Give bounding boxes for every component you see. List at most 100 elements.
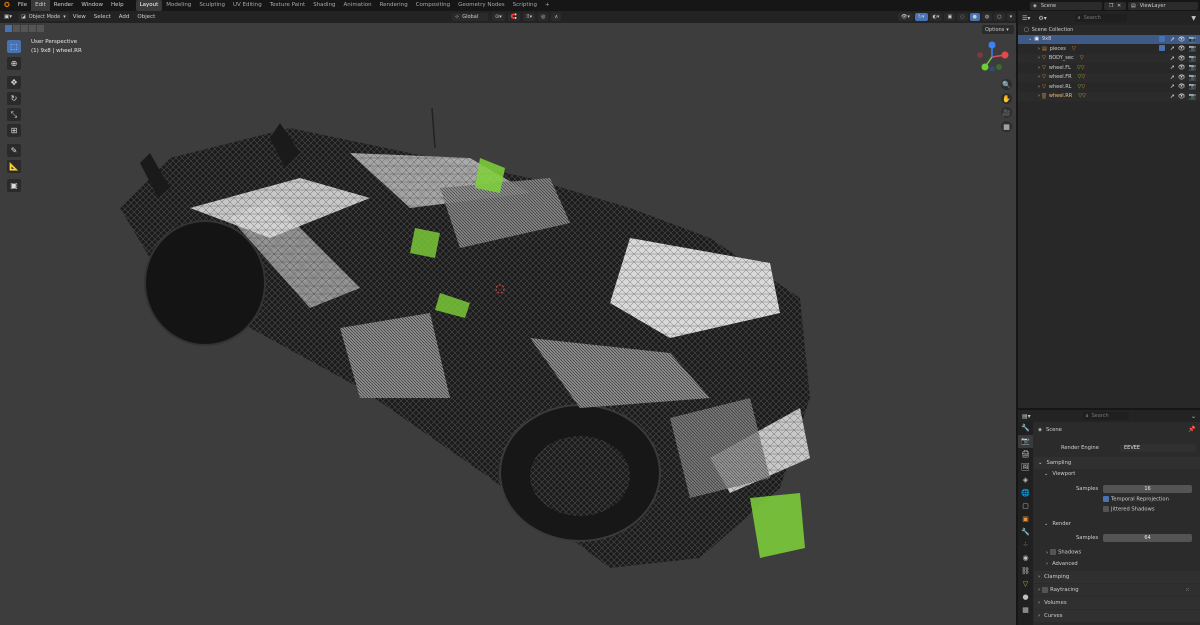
object-tab-icon[interactable]: ▣ — [1018, 513, 1033, 526]
expand-arrow-icon[interactable]: ⌄ — [1028, 36, 1032, 42]
select-box-tool-icon[interactable]: ⬚ — [7, 40, 21, 53]
menu-help[interactable]: Help — [107, 0, 128, 11]
menu-select[interactable]: Select — [90, 14, 115, 20]
tab-animation[interactable]: Animation — [340, 0, 376, 11]
outliner-row-body-sec[interactable]: › ▽ BODY_sec ▽ ➚ 👁 📷 — [1018, 53, 1200, 63]
zoom-icon[interactable]: 🔍 — [1001, 79, 1012, 90]
neg-z-axis-handle[interactable] — [989, 66, 995, 72]
clamping-section-header[interactable]: › Clamping — [1034, 571, 1200, 583]
include-checkbox[interactable] — [1158, 35, 1165, 42]
outliner-row-9x8[interactable]: ⌄ ▣ 9x8 ➚ 👁 📷 — [1018, 34, 1200, 44]
expand-arrow-icon[interactable]: › — [1038, 93, 1040, 99]
constraints-tab-icon[interactable]: ⛓ — [1018, 565, 1033, 578]
select-arrow-icon[interactable]: ➚ — [1170, 36, 1175, 43]
menu-window[interactable]: Window — [77, 0, 107, 11]
3d-cursor-icon[interactable] — [494, 283, 506, 295]
eye-icon[interactable]: 👁 — [1178, 64, 1186, 71]
snap-icon[interactable]: 🧲 — [507, 13, 520, 21]
tab-texture-paint[interactable]: Texture Paint — [266, 0, 310, 11]
scene-selector[interactable]: ◈ Scene — [1030, 1, 1102, 10]
render-tab-icon[interactable]: 📷 — [1018, 435, 1033, 448]
measure-tool-icon[interactable]: 📐 — [7, 160, 21, 173]
camera-icon[interactable]: 📷 — [1189, 36, 1196, 43]
tab-modeling[interactable]: Modeling — [162, 0, 195, 11]
cursor-tool-icon[interactable]: ⊕ — [7, 57, 21, 70]
navigation-gizmo[interactable] — [972, 39, 1012, 75]
select-arrow-icon[interactable]: ➚ — [1170, 83, 1175, 90]
select-arrow-icon[interactable]: ➚ — [1170, 55, 1175, 62]
tab-scripting[interactable]: Scripting — [509, 0, 541, 11]
display-mode-icon[interactable]: ☰▾ — [1022, 15, 1030, 22]
shadows-subsection-header[interactable]: › Shadows — [1046, 549, 1081, 556]
tab-shading[interactable]: Shading — [309, 0, 339, 11]
output-tab-icon[interactable]: 🖨 — [1018, 448, 1033, 461]
outliner-row-pieces[interactable]: › ▤ pieces ▽ ➚ 👁 📷 — [1018, 44, 1200, 54]
transform-tool-icon[interactable]: ⊞ — [7, 124, 21, 137]
pivot-icon[interactable]: ⊙▾ — [492, 13, 505, 21]
eye-icon[interactable]: 👁 — [1178, 55, 1186, 62]
select-arrow-icon[interactable]: ➚ — [1170, 64, 1175, 71]
options-dropdown[interactable]: Options ▾ — [982, 25, 1014, 34]
eye-icon[interactable]: 👁 — [1178, 36, 1186, 43]
particles-tab-icon[interactable]: ⁘ — [1018, 539, 1033, 552]
select-intersect-icon[interactable] — [37, 25, 44, 32]
tab-layout[interactable]: Layout — [135, 0, 163, 11]
curves-section-header[interactable]: › Curves — [1034, 610, 1200, 622]
outliner-row-scene-collection[interactable]: ▢ Scene Collection — [1018, 25, 1200, 35]
overlay-toggle-icon[interactable]: ◐▾ — [929, 13, 943, 21]
tab-sculpting[interactable]: Sculpting — [195, 0, 229, 11]
select-arrow-icon[interactable]: ➚ — [1170, 74, 1175, 81]
render-engine-dropdown[interactable]: EEVEE — [1120, 443, 1196, 452]
y-axis-handle[interactable] — [981, 63, 989, 71]
expand-arrow-icon[interactable]: › — [1038, 55, 1040, 61]
world-tab-icon[interactable]: 🌐 — [1018, 487, 1033, 500]
visibility-icon[interactable]: 👁▾ — [898, 13, 913, 21]
camera-icon[interactable]: 📷 — [1189, 45, 1196, 52]
render-subsection-header[interactable]: ⌄ Render — [1044, 521, 1071, 527]
z-axis-handle[interactable] — [988, 41, 996, 49]
tab-rendering[interactable]: Rendering — [376, 0, 412, 11]
tool-tab-icon[interactable]: 🔧 — [1018, 422, 1033, 435]
panel-divider[interactable] — [1018, 408, 1200, 410]
outliner-search-input[interactable]: ⌕ Search — [1074, 14, 1127, 22]
outliner-row-wheel-rl[interactable]: › ▽ wheel.RL ▽ ▽ ➚ 👁 📷 — [1018, 82, 1200, 92]
scale-tool-icon[interactable]: ⤡ — [7, 108, 21, 121]
viewport-samples-field[interactable]: 16 — [1103, 484, 1192, 493]
outliner-row-wheel-rr[interactable]: › ▽ wheel.RR ▽ ▽ ➚ 👁 📷 — [1018, 91, 1200, 101]
include-checkbox[interactable] — [1158, 45, 1165, 52]
camera-icon[interactable]: 📷 — [1189, 64, 1196, 71]
jittered-shadows-checkbox[interactable]: Jittered Shadows — [1103, 506, 1155, 513]
temporal-reprojection-checkbox[interactable]: Temporal Reprojection — [1103, 496, 1169, 503]
camera-view-icon[interactable]: 🎥 — [1001, 107, 1012, 118]
texture-tab-icon[interactable]: ▦ — [1018, 604, 1033, 617]
view-layer-tab-icon[interactable]: 🖼 — [1018, 461, 1033, 474]
menu-file[interactable]: File — [14, 0, 31, 11]
camera-icon[interactable]: 📷 — [1189, 93, 1196, 100]
funnel-icon[interactable]: ▼ — [1191, 15, 1196, 22]
tab-geometry-nodes[interactable]: Geometry Nodes — [454, 0, 508, 11]
camera-icon[interactable]: 📷 — [1189, 83, 1196, 90]
physics-tab-icon[interactable]: ◉ — [1018, 552, 1033, 565]
annotate-tool-icon[interactable]: ✎ — [7, 144, 21, 157]
properties-search-input[interactable]: ⌕ Search — [1082, 412, 1129, 420]
eye-icon[interactable]: 👁 — [1178, 83, 1186, 90]
expand-arrow-icon[interactable]: › — [1038, 46, 1040, 52]
collection-tab-icon[interactable]: ▢ — [1018, 500, 1033, 513]
raytracing-section-header[interactable]: › Raytracing ⁙ — [1034, 584, 1200, 596]
x-axis-handle[interactable] — [1001, 51, 1009, 59]
blender-logo-icon[interactable]: ✪ — [0, 0, 14, 11]
material-tab-icon[interactable]: ● — [1018, 591, 1033, 604]
3d-viewport[interactable]: User Perspective (1) 9x8 | wheel.RR ⬚ ⊕ … — [0, 23, 1016, 625]
volumes-section-header[interactable]: › Volumes — [1034, 597, 1200, 609]
close-icon[interactable]: ✕ — [1117, 3, 1121, 9]
add-cube-tool-icon[interactable]: ▣ — [7, 179, 21, 192]
eye-icon[interactable]: 👁 — [1178, 93, 1186, 100]
viewport-subsection-header[interactable]: ⌄ Viewport — [1044, 471, 1075, 477]
select-invert-icon[interactable] — [29, 25, 36, 32]
expand-arrow-icon[interactable]: › — [1038, 84, 1040, 90]
data-tab-icon[interactable]: ▽ — [1018, 578, 1033, 591]
neg-y-axis-handle[interactable] — [996, 64, 1002, 70]
select-extend-icon[interactable] — [13, 25, 20, 32]
modifier-tab-icon[interactable]: 🔧 — [1018, 526, 1033, 539]
rotate-tool-icon[interactable]: ↻ — [7, 92, 21, 105]
